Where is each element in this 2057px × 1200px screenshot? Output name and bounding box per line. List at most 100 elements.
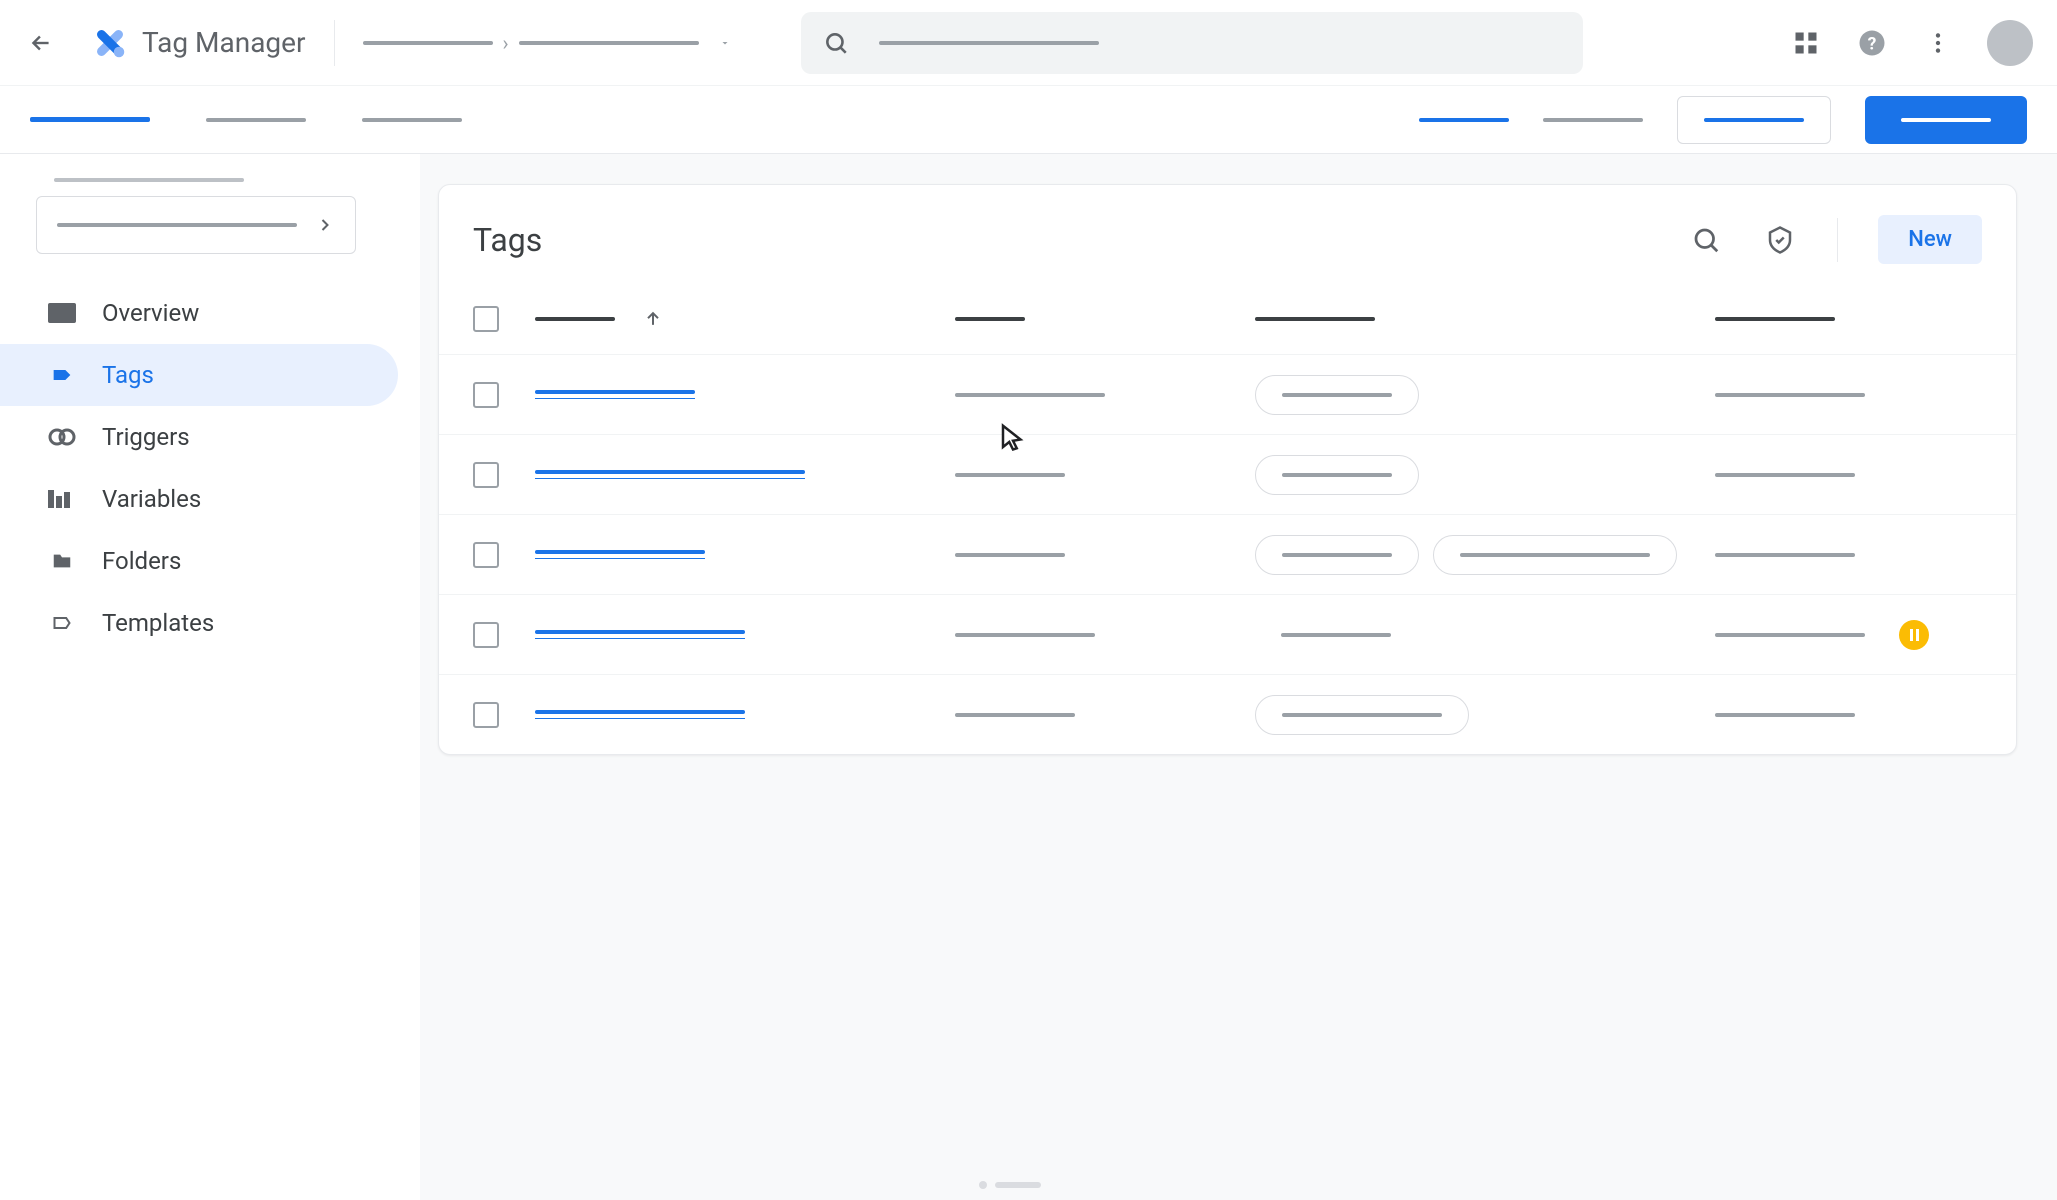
sub-navigation (0, 86, 2057, 154)
search-placeholder (879, 41, 1099, 45)
table-row[interactable] (439, 674, 2016, 754)
subnav-tab-2[interactable] (206, 118, 306, 122)
workspace-changes-link[interactable] (1419, 118, 1509, 122)
more-vert-icon (1925, 30, 1951, 56)
sidebar-item-variables[interactable]: Variables (0, 468, 398, 530)
tag-name-link[interactable] (535, 550, 705, 559)
arrow-left-icon (28, 30, 54, 56)
submit-button[interactable] (1865, 96, 2027, 144)
last-edited (1715, 713, 1855, 717)
tag-type (955, 393, 1105, 397)
help-icon: ? (1857, 28, 1887, 58)
divider (1837, 218, 1838, 262)
sidebar-item-label: Templates (102, 609, 214, 637)
table-row[interactable] (439, 434, 2016, 514)
search-icon (823, 30, 849, 56)
main-content: Tags New (420, 154, 2057, 1200)
shield-check-icon (1765, 225, 1795, 255)
gtm-logo-icon (92, 25, 128, 61)
last-edited (1715, 473, 1855, 477)
subnav-tab-3[interactable] (362, 118, 462, 122)
last-edited (1715, 633, 1865, 637)
table-header-row (439, 284, 2016, 354)
row-checkbox[interactable] (473, 462, 499, 488)
version-info (1543, 118, 1643, 122)
breadcrumb-account (363, 41, 493, 45)
sidebar-item-folders[interactable]: Folders (0, 530, 398, 592)
header-actions: ? (1789, 20, 2033, 66)
sidebar-item-templates[interactable]: Templates (0, 592, 398, 654)
body: Overview Tags Triggers Variables Folders… (0, 154, 2057, 1200)
tag-type (955, 553, 1065, 557)
table-search-button[interactable] (1689, 223, 1723, 257)
breadcrumb[interactable]: › (363, 31, 731, 55)
footer-indicator (979, 1180, 1079, 1190)
workspace-selector[interactable] (36, 196, 356, 254)
sidebar-item-overview[interactable]: Overview (0, 282, 398, 344)
sidebar: Overview Tags Triggers Variables Folders… (0, 154, 420, 1200)
trigger-icon (48, 423, 76, 451)
sidebar-item-label: Folders (102, 547, 181, 575)
trigger-chip[interactable] (1255, 615, 1417, 655)
workspace-label (54, 178, 244, 182)
chevron-right-icon (315, 215, 335, 235)
app-header: Tag Manager › ? (0, 0, 2057, 86)
tag-type (955, 713, 1075, 717)
trigger-chip[interactable] (1255, 455, 1419, 495)
header-separator (334, 20, 335, 66)
tag-name-link[interactable] (535, 710, 745, 719)
chevron-down-icon (719, 37, 731, 49)
breadcrumb-sep: › (503, 31, 509, 55)
card-title: Tags (473, 221, 542, 259)
folder-icon (48, 547, 76, 575)
back-button[interactable] (24, 26, 58, 60)
select-all-checkbox[interactable] (473, 306, 499, 332)
col-header-last-edited[interactable] (1715, 317, 1982, 321)
trigger-chip[interactable] (1255, 535, 1419, 575)
table-row[interactable] (439, 594, 2016, 674)
apps-button[interactable] (1789, 26, 1823, 60)
search-bar[interactable] (801, 12, 1583, 74)
preview-button[interactable] (1677, 96, 1831, 144)
svg-text:?: ? (1868, 34, 1877, 54)
template-icon (48, 609, 76, 637)
col-header-name[interactable] (535, 309, 955, 329)
col-header-type[interactable] (955, 317, 1255, 321)
sidebar-item-tags[interactable]: Tags (0, 344, 398, 406)
help-button[interactable]: ? (1855, 26, 1889, 60)
user-avatar[interactable] (1987, 20, 2033, 66)
row-checkbox[interactable] (473, 382, 499, 408)
subnav-tab-1[interactable] (30, 117, 150, 122)
tag-name-link[interactable] (535, 470, 805, 479)
new-button[interactable]: New (1878, 215, 1982, 264)
overview-icon (48, 299, 76, 327)
table-row[interactable] (439, 514, 2016, 594)
search-icon (1691, 225, 1721, 255)
tag-icon (48, 361, 76, 389)
tag-coverage-button[interactable] (1763, 223, 1797, 257)
trigger-chip[interactable] (1255, 695, 1469, 735)
last-edited (1715, 393, 1865, 397)
row-checkbox[interactable] (473, 542, 499, 568)
paused-badge-icon (1899, 620, 1929, 650)
last-edited (1715, 553, 1855, 557)
variables-icon (48, 485, 76, 513)
tag-name-link[interactable] (535, 390, 695, 399)
row-checkbox[interactable] (473, 702, 499, 728)
more-button[interactable] (1921, 26, 1955, 60)
tag-name-link[interactable] (535, 630, 745, 639)
tags-card: Tags New (438, 184, 2017, 755)
table-row[interactable] (439, 354, 2016, 434)
col-header-triggers[interactable] (1255, 317, 1715, 321)
sidebar-item-label: Variables (102, 485, 201, 513)
sort-asc-icon (643, 309, 663, 329)
sidebar-item-triggers[interactable]: Triggers (0, 406, 398, 468)
mouse-cursor-icon (998, 422, 1028, 452)
trigger-chip[interactable] (1433, 535, 1677, 575)
row-checkbox[interactable] (473, 622, 499, 648)
trigger-chip[interactable] (1255, 375, 1419, 415)
tag-type (955, 473, 1065, 477)
breadcrumb-container (519, 41, 699, 45)
sidebar-item-label: Tags (102, 361, 154, 389)
sidebar-item-label: Triggers (102, 423, 190, 451)
